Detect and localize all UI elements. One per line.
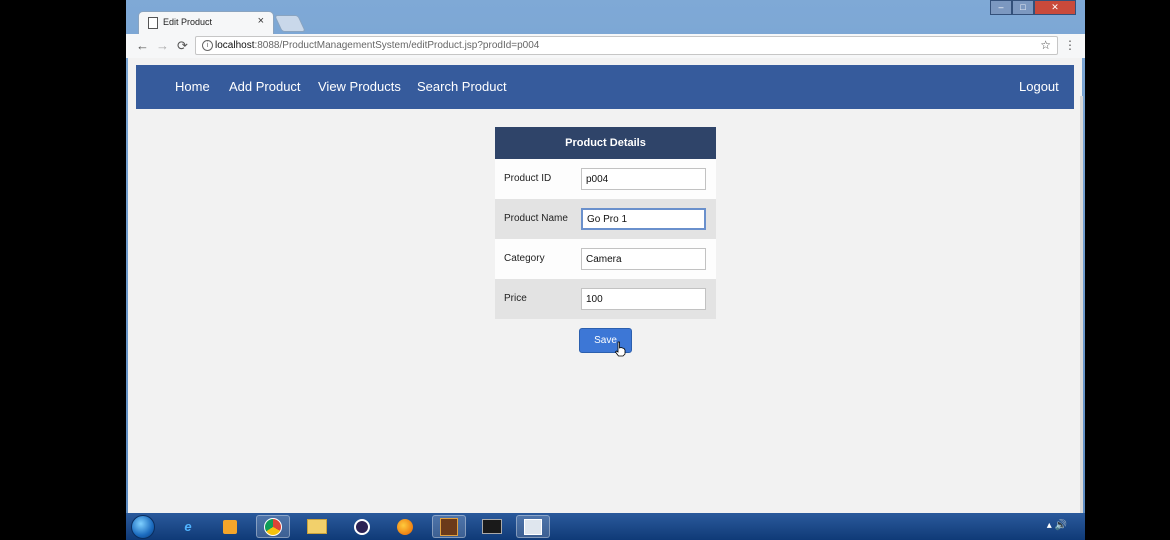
desktop-background-right bbox=[1085, 0, 1170, 540]
form-title: Product Details bbox=[495, 127, 716, 159]
minimize-button[interactable]: – bbox=[990, 0, 1012, 15]
close-icon: ✕ bbox=[1051, 2, 1059, 12]
ie-icon[interactable]: e bbox=[171, 515, 205, 538]
tab-edit-product[interactable]: Edit Product × bbox=[138, 11, 274, 34]
url-host: localhost bbox=[215, 40, 255, 51]
nav-add-product[interactable]: Add Product bbox=[229, 79, 301, 94]
system-tray[interactable]: ▴ 🔊 bbox=[1047, 520, 1067, 531]
product-id-input[interactable] bbox=[581, 168, 706, 190]
app-icon[interactable] bbox=[516, 515, 550, 538]
back-arrow-icon[interactable]: ← bbox=[136, 38, 149, 53]
minimize-icon: – bbox=[998, 2, 1004, 12]
folder-icon[interactable] bbox=[300, 515, 334, 538]
browser-toolbar: ← → ⟳ i localhost:8088/ProductManagement… bbox=[126, 34, 1085, 58]
product-id-row: Product ID bbox=[495, 159, 716, 199]
browser-window: Edit Product × – □ ✕ ← → ⟳ i localhost:8… bbox=[126, 0, 1085, 513]
start-button[interactable] bbox=[131, 515, 155, 539]
category-input[interactable] bbox=[581, 248, 706, 270]
page-icon bbox=[148, 17, 158, 29]
info-icon[interactable]: i bbox=[202, 40, 213, 51]
chrome-icon[interactable] bbox=[256, 515, 290, 538]
browser-menu-icon[interactable]: ⋮ bbox=[1064, 38, 1076, 52]
product-name-input[interactable] bbox=[581, 208, 706, 230]
price-input[interactable] bbox=[581, 288, 706, 310]
tab-title: Edit Product bbox=[163, 17, 213, 27]
tomcat-icon[interactable] bbox=[432, 515, 466, 538]
nav-logout[interactable]: Logout bbox=[1019, 79, 1059, 94]
nav-view-products[interactable]: View Products bbox=[318, 79, 401, 94]
browser-titlebar: Edit Product × – □ ✕ bbox=[126, 0, 1085, 34]
site-navbar: Home Add Product View Products Search Pr… bbox=[136, 65, 1074, 109]
url-text: localhost:8088/ProductManagementSystem/e… bbox=[215, 40, 539, 51]
price-label: Price bbox=[504, 293, 527, 304]
address-bar[interactable]: i localhost:8088/ProductManagementSystem… bbox=[195, 36, 1058, 55]
category-label: Category bbox=[504, 253, 545, 264]
cmd-icon[interactable] bbox=[475, 515, 509, 538]
windows-taskbar: e ▴ 🔊 bbox=[126, 513, 1085, 540]
maximize-icon: □ bbox=[1020, 2, 1026, 12]
firefox-icon[interactable] bbox=[388, 515, 422, 538]
tab-close-icon[interactable]: × bbox=[258, 15, 264, 27]
price-row: Price bbox=[495, 279, 716, 319]
page-scrollbar[interactable] bbox=[1080, 96, 1083, 513]
product-name-row: Product Name bbox=[495, 199, 716, 239]
desktop-background-left bbox=[0, 0, 126, 540]
forward-arrow-icon[interactable]: → bbox=[156, 38, 169, 53]
new-tab-button[interactable] bbox=[274, 15, 306, 32]
product-id-label: Product ID bbox=[504, 173, 552, 184]
eclipse-icon[interactable] bbox=[345, 515, 379, 538]
category-row: Category bbox=[495, 239, 716, 279]
hand-cursor-icon bbox=[614, 341, 626, 357]
product-name-label: Product Name bbox=[504, 213, 568, 224]
bookmark-star-icon[interactable]: ☆ bbox=[1040, 38, 1051, 52]
url-path: :8088/ProductManagementSystem/editProduc… bbox=[254, 40, 540, 51]
product-details-form: Product Details Product ID Product Name … bbox=[495, 127, 716, 319]
nav-search-product[interactable]: Search Product bbox=[417, 79, 507, 94]
reload-icon[interactable]: ⟳ bbox=[177, 38, 188, 54]
page-viewport: Home Add Product View Products Search Pr… bbox=[128, 58, 1082, 513]
close-window-button[interactable]: ✕ bbox=[1034, 0, 1076, 15]
nav-home[interactable]: Home bbox=[175, 79, 210, 94]
maximize-button[interactable]: □ bbox=[1012, 0, 1034, 15]
media-player-icon[interactable] bbox=[213, 515, 247, 538]
